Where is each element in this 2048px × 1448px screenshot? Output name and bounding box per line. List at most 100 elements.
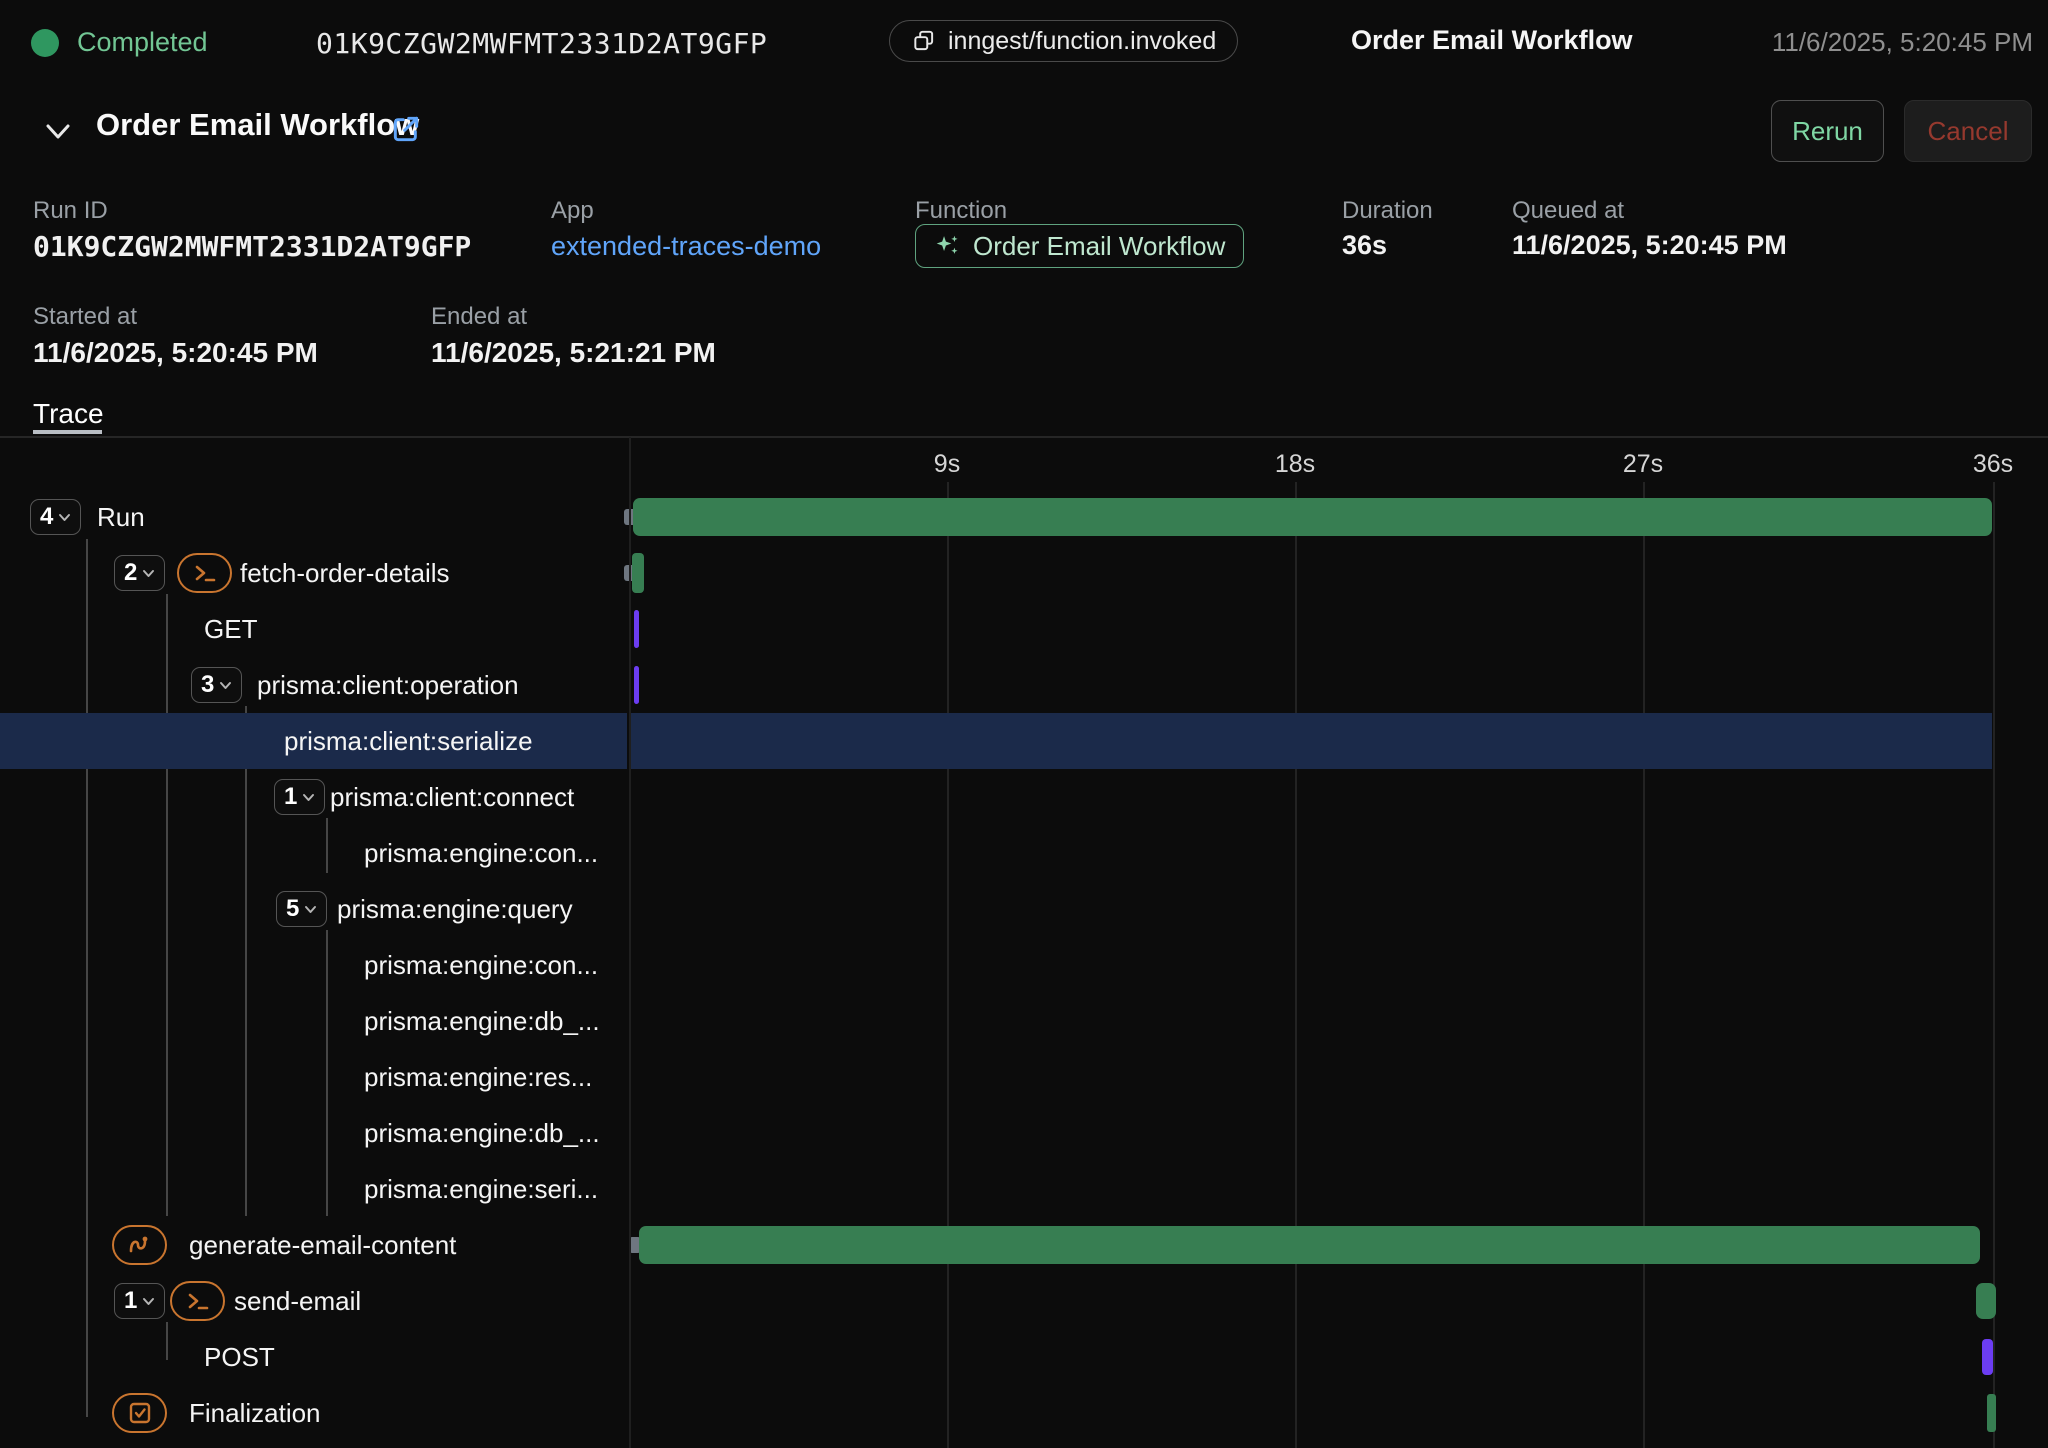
trace-row[interactable]: prisma:engine:con... bbox=[0, 937, 2048, 993]
trace-row[interactable]: 3 prisma:client:operation bbox=[0, 657, 2048, 713]
status-dot-icon bbox=[31, 29, 59, 57]
terminal-icon bbox=[185, 1291, 211, 1311]
check-icon-pill bbox=[112, 1393, 167, 1433]
terminal-icon-pill bbox=[177, 553, 232, 593]
tab-active-underline bbox=[33, 430, 102, 434]
expand-badge[interactable]: 4 bbox=[30, 499, 81, 535]
expand-badge[interactable]: 2 bbox=[114, 555, 165, 591]
topbar-workflow-name: Order Email Workflow bbox=[1351, 25, 1633, 56]
child-count: 5 bbox=[286, 895, 299, 923]
axis-tick: 36s bbox=[1973, 450, 2013, 479]
expand-badge[interactable]: 1 bbox=[274, 779, 325, 815]
span-bar[interactable] bbox=[639, 1226, 1980, 1264]
span-label: prisma:engine:db_... bbox=[364, 1105, 600, 1161]
trace-row[interactable]: GET bbox=[0, 601, 2048, 657]
span-bar[interactable] bbox=[634, 666, 639, 704]
ended-label: Ended at bbox=[431, 303, 527, 331]
topbar-timestamp: 11/6/2025, 5:20:45 PM bbox=[1772, 27, 2033, 58]
span-label: prisma:engine:db_... bbox=[364, 993, 600, 1049]
queued-value: 11/6/2025, 5:20:45 PM bbox=[1512, 230, 1787, 261]
tree-timeline-divider bbox=[629, 437, 631, 1448]
queued-label: Queued at bbox=[1512, 197, 1624, 225]
span-label: prisma:engine:query bbox=[337, 881, 573, 937]
child-count: 4 bbox=[40, 503, 53, 531]
run-title: Order Email Workflow bbox=[96, 107, 419, 143]
span-label: prisma:client:operation bbox=[257, 657, 519, 713]
expand-badge[interactable]: 5 bbox=[276, 891, 327, 927]
span-bar[interactable] bbox=[1987, 1394, 1996, 1432]
checkbox-icon bbox=[128, 1401, 152, 1425]
app-label: App bbox=[551, 197, 594, 225]
run-detail-page: Completed 01K9CZGW2MWFMT2331D2AT9GFP inn… bbox=[0, 0, 2048, 1448]
child-count: 1 bbox=[284, 783, 297, 811]
ended-value: 11/6/2025, 5:21:21 PM bbox=[431, 337, 716, 369]
expand-badge[interactable]: 1 bbox=[114, 1283, 165, 1319]
event-name: inngest/function.invoked bbox=[948, 27, 1216, 56]
trace-waterfall: 9s18s27s36s4Run2fetch-order-detailsGET3p… bbox=[0, 437, 2048, 1448]
duration-value: 36s bbox=[1342, 230, 1387, 261]
span-label: prisma:client:serialize bbox=[284, 713, 533, 769]
trace-row[interactable]: prisma:client:serialize bbox=[0, 713, 2048, 769]
ai-icon bbox=[126, 1234, 154, 1256]
trace-row[interactable]: 4 Run bbox=[0, 489, 2048, 545]
started-label: Started at bbox=[33, 303, 137, 331]
trace-row[interactable]: prisma:engine:db_... bbox=[0, 1105, 2048, 1161]
child-count: 2 bbox=[124, 559, 137, 587]
runid-label: Run ID bbox=[33, 197, 108, 225]
rerun-button[interactable]: Rerun bbox=[1771, 100, 1884, 162]
selected-row-highlight bbox=[631, 713, 1992, 769]
cancel-button[interactable]: Cancel bbox=[1904, 100, 2032, 162]
span-bar[interactable] bbox=[634, 610, 639, 648]
chevron-down-icon bbox=[58, 513, 71, 522]
app-link[interactable]: extended-traces-demo bbox=[551, 231, 821, 262]
child-count: 1 bbox=[124, 1287, 137, 1315]
terminal-icon-pill bbox=[170, 1281, 225, 1321]
trace-row[interactable]: POST bbox=[0, 1329, 2048, 1385]
span-label: GET bbox=[204, 601, 257, 657]
ai-icon-pill bbox=[112, 1225, 167, 1265]
span-label: fetch-order-details bbox=[240, 545, 450, 601]
runid-value: 01K9CZGW2MWFMT2331D2AT9GFP bbox=[33, 230, 471, 263]
expand-badge[interactable]: 3 bbox=[191, 667, 242, 703]
event-pill[interactable]: inngest/function.invoked bbox=[889, 20, 1238, 62]
function-label: Function bbox=[915, 197, 1007, 225]
span-label: prisma:client:connect bbox=[330, 769, 574, 825]
duration-label: Duration bbox=[1342, 197, 1433, 225]
span-bar[interactable] bbox=[632, 553, 644, 593]
span-label: prisma:engine:seri... bbox=[364, 1161, 598, 1217]
external-link-icon[interactable] bbox=[390, 113, 422, 145]
function-name: Order Email Workflow bbox=[973, 231, 1225, 262]
span-label: Finalization bbox=[189, 1385, 321, 1441]
trace-row[interactable]: 1 send-email bbox=[0, 1273, 2048, 1329]
trace-row[interactable]: prisma:engine:db_... bbox=[0, 993, 2048, 1049]
trace-row[interactable]: 2 fetch-order-details bbox=[0, 545, 2048, 601]
span-label: prisma:engine:res... bbox=[364, 1049, 592, 1105]
tab-trace[interactable]: Trace bbox=[33, 398, 104, 430]
span-label: prisma:engine:con... bbox=[364, 937, 598, 993]
trace-row[interactable]: prisma:engine:res... bbox=[0, 1049, 2048, 1105]
trace-row[interactable]: Finalization bbox=[0, 1385, 2048, 1441]
span-bar[interactable] bbox=[633, 498, 1992, 536]
trace-row[interactable]: 1 prisma:client:connect bbox=[0, 769, 2048, 825]
trace-row[interactable]: generate-email-content bbox=[0, 1217, 2048, 1273]
axis-tick: 9s bbox=[934, 450, 960, 479]
axis-tick: 27s bbox=[1623, 450, 1663, 479]
chevron-down-icon bbox=[302, 793, 315, 802]
child-count: 3 bbox=[201, 671, 214, 699]
sparkles-icon bbox=[934, 232, 962, 260]
chevron-down-icon[interactable] bbox=[42, 118, 74, 146]
trace-row[interactable]: prisma:engine:seri... bbox=[0, 1161, 2048, 1217]
terminal-icon bbox=[192, 563, 218, 583]
trace-row[interactable]: 5 prisma:engine:query bbox=[0, 881, 2048, 937]
span-label: generate-email-content bbox=[189, 1217, 456, 1273]
span-label: send-email bbox=[234, 1273, 361, 1329]
chevron-down-icon bbox=[142, 569, 155, 578]
span-bar[interactable] bbox=[1976, 1283, 1996, 1319]
status-text: Completed bbox=[77, 27, 208, 58]
function-pill[interactable]: Order Email Workflow bbox=[915, 224, 1244, 268]
trace-row[interactable]: prisma:engine:con... bbox=[0, 825, 2048, 881]
span-bar[interactable] bbox=[1982, 1339, 1993, 1375]
chevron-down-icon bbox=[304, 905, 317, 914]
copy-icon bbox=[911, 28, 937, 54]
span-label: Run bbox=[97, 489, 145, 545]
